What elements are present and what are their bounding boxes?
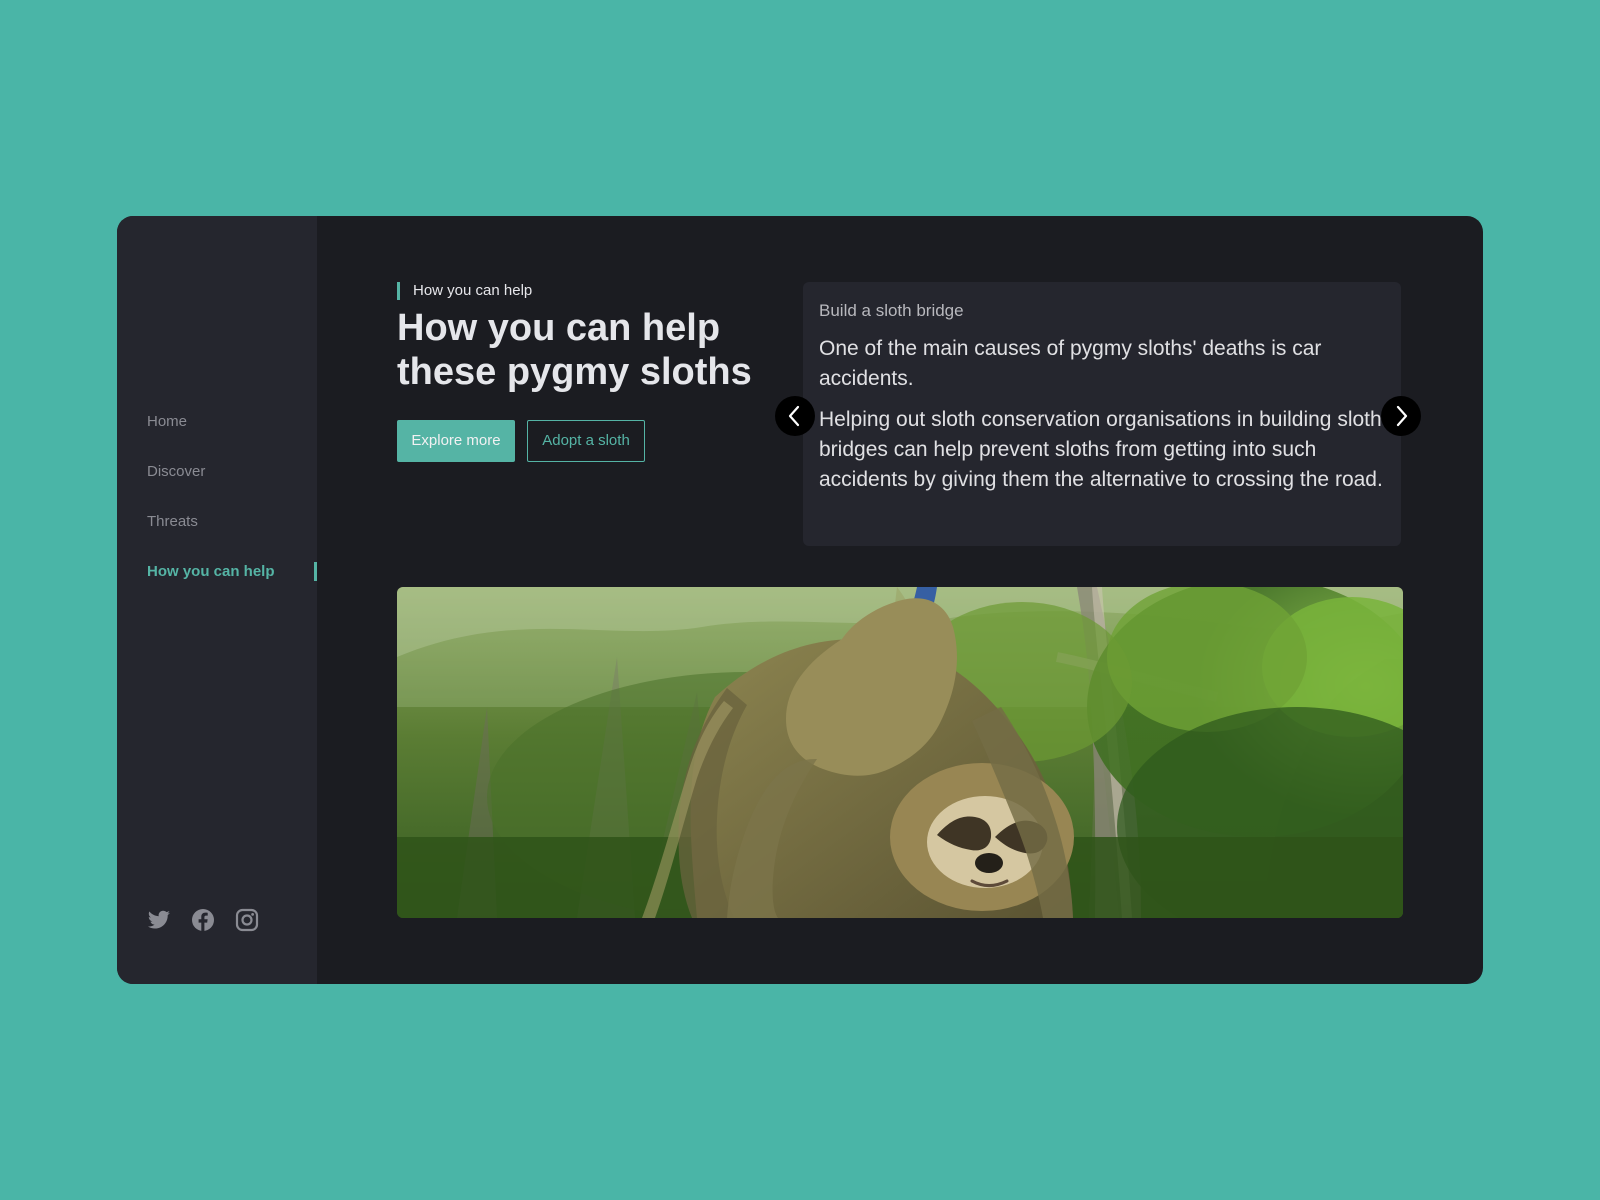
- sloth-photo: [397, 587, 1403, 918]
- sidebar: Home Discover Threats How you can help: [117, 216, 317, 984]
- card-paragraph: Helping out sloth conservation organisat…: [819, 408, 1383, 491]
- sidebar-nav: Home Discover Threats How you can help: [147, 412, 317, 612]
- card-label: Build a sloth bridge: [819, 301, 964, 320]
- sidebar-item-label: Discover: [147, 463, 206, 480]
- section-eyebrow: How you can help: [397, 282, 532, 300]
- sidebar-item-discover[interactable]: Discover: [147, 462, 317, 512]
- sidebar-item-threats[interactable]: Threats: [147, 512, 317, 562]
- chevron-left-icon: [775, 396, 815, 436]
- facebook-icon: [191, 908, 215, 932]
- info-card: Build a sloth bridge One of the main cau…: [803, 282, 1401, 546]
- social-links: [147, 908, 259, 932]
- adopt-a-sloth-button[interactable]: Adopt a sloth: [527, 420, 645, 462]
- explore-more-button[interactable]: Explore more: [397, 420, 515, 462]
- carousel-prev-button[interactable]: [775, 396, 815, 436]
- app-window: Home Discover Threats How you can help H…: [117, 216, 1483, 984]
- instagram-icon: [235, 908, 259, 932]
- chevron-right-icon: [1381, 396, 1421, 436]
- carousel-next-button[interactable]: [1381, 396, 1421, 436]
- facebook-link[interactable]: [191, 908, 215, 932]
- sidebar-item-home[interactable]: Home: [147, 412, 317, 462]
- main-content: How you can help How you can help these …: [317, 216, 1483, 984]
- sidebar-item-how-you-can-help[interactable]: How you can help: [147, 562, 317, 612]
- instagram-link[interactable]: [235, 908, 259, 932]
- card-paragraph: One of the main causes of pygmy sloths' …: [819, 337, 1322, 390]
- page-title: How you can help these pygmy sloths: [397, 307, 752, 393]
- sidebar-item-label: Home: [147, 413, 188, 430]
- twitter-link[interactable]: [147, 908, 171, 932]
- sidebar-item-label: Threats: [147, 513, 198, 530]
- hero-actions: Explore more Adopt a sloth: [397, 420, 645, 462]
- sidebar-item-label: How you can help: [147, 563, 275, 580]
- twitter-icon: [147, 908, 171, 932]
